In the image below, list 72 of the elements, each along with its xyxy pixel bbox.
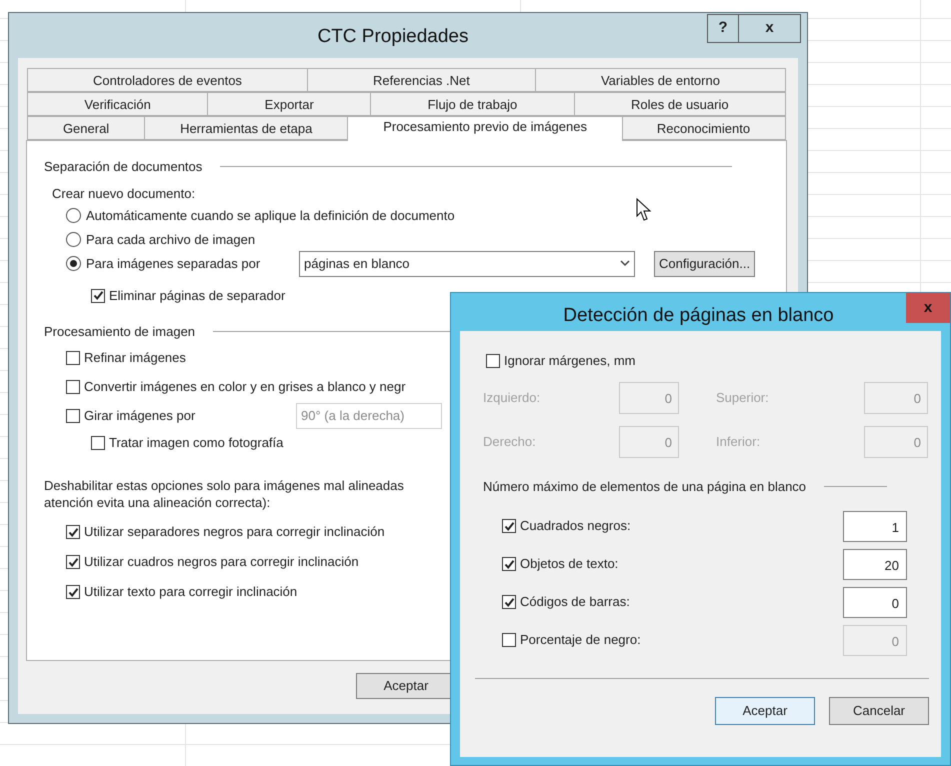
checkbox-label: Utilizar cuadros negros para corregir inclinación [84,553,359,572]
note-text: atención evita una alineación correcta): [44,494,270,511]
radio-label: Para imágenes separadas por [86,254,262,273]
tab[interactable]: Flujo de trabajo [370,92,575,116]
checkbox[interactable] [66,350,80,364]
radio-label: Para cada archivo de imagen [86,230,256,249]
checkbox[interactable] [66,555,80,569]
settings-button[interactable]: Configuración... [654,250,756,276]
checkbox[interactable] [502,633,516,647]
checkbox-label: Códigos de barras: [520,593,631,612]
checkbox-label: Objetos de texto: [520,555,620,574]
tab[interactable]: Referencias .Net [306,68,536,92]
count-field[interactable]: 0 [843,586,907,618]
margin-field: 0 [619,382,679,414]
checkbox[interactable] [91,436,105,450]
checkbox-label: Eliminar páginas de separador [109,286,286,305]
checkbox-label: Cuadrados negros: [520,517,632,536]
radio-label: Automáticamente cuando se aplique la definición de documento [86,206,455,225]
dialog-button[interactable]: Aceptar [715,696,815,724]
note-text: Deshabilitar estas opciones solo para imágenes mal alineadas [44,477,404,494]
checkbox[interactable] [502,557,516,571]
tab[interactable]: Variables de entorno [534,68,786,92]
dialog-button[interactable]: Cancelar [829,696,929,724]
count-field[interactable]: 1 [843,510,907,542]
radio-button[interactable] [66,208,81,223]
checkbox-label: Ignorar márgenes, mm [504,352,636,370]
field-label: Izquierdo: [483,389,542,408]
margin-field: 0 [864,426,928,458]
tab[interactable]: General [27,116,146,140]
checkbox-label: Refinar imágenes [84,348,186,367]
count-field: 0 [843,624,907,656]
tab[interactable]: Reconocimiento [620,116,786,140]
window-title: CTC Propiedades [317,25,469,49]
checkbox[interactable] [66,585,80,599]
cursor-icon [636,198,652,223]
checkbox-label: Girar imágenes por [84,407,196,426]
group-heading: Número máximo de elementos de una página en blanco [483,478,806,496]
field-label: Derecho: [483,433,537,452]
margin-field: 0 [619,426,679,458]
separator-dropdown[interactable]: páginas en blanco [299,250,635,276]
checkbox[interactable] [66,525,80,539]
checkbox-label: Porcentaje de negro: [520,631,642,650]
help-button[interactable]: ? [707,14,739,43]
tab[interactable]: Controladores de eventos [27,68,308,92]
field-label: Superior: [716,389,770,408]
tab[interactable]: Herramientas de etapa [144,116,348,140]
checkbox[interactable] [502,519,516,533]
checkbox[interactable] [66,409,80,423]
checkbox-label: Utilizar texto para corregir inclinación [84,583,298,602]
count-field[interactable]: 20 [843,548,907,580]
checkbox[interactable] [486,354,500,368]
checkbox-label: Utilizar separadores negros para corregir inclinación [84,523,385,542]
close-button[interactable]: x [739,14,801,43]
tab[interactable]: Verificación [27,92,208,116]
checkbox-label: Tratar imagen como fotografía [109,434,284,452]
checkbox[interactable] [66,380,80,394]
group-heading: Separación de documentos [44,158,202,176]
group-label: Crear nuevo documento: [52,184,196,202]
caret-icon [620,260,630,267]
checkbox[interactable] [91,288,105,302]
close-button[interactable]: x [906,293,950,323]
field-label: Inferior: [716,433,762,452]
tab[interactable]: Roles de usuario [574,92,786,116]
radio-button[interactable] [66,256,81,271]
radio-button[interactable] [66,232,81,247]
margin-field: 0 [864,382,928,414]
tab[interactable]: Procesamiento previo de imágenes [347,116,623,141]
checkbox-label: Convertir imágenes en color y en grises a blanco y negr [84,378,406,396]
checkbox[interactable] [502,595,516,609]
group-heading: Procesamiento de imagen [44,322,196,341]
dialog-title: Detección de páginas en blanco [562,304,835,328]
tab[interactable]: Exportar [207,92,372,116]
